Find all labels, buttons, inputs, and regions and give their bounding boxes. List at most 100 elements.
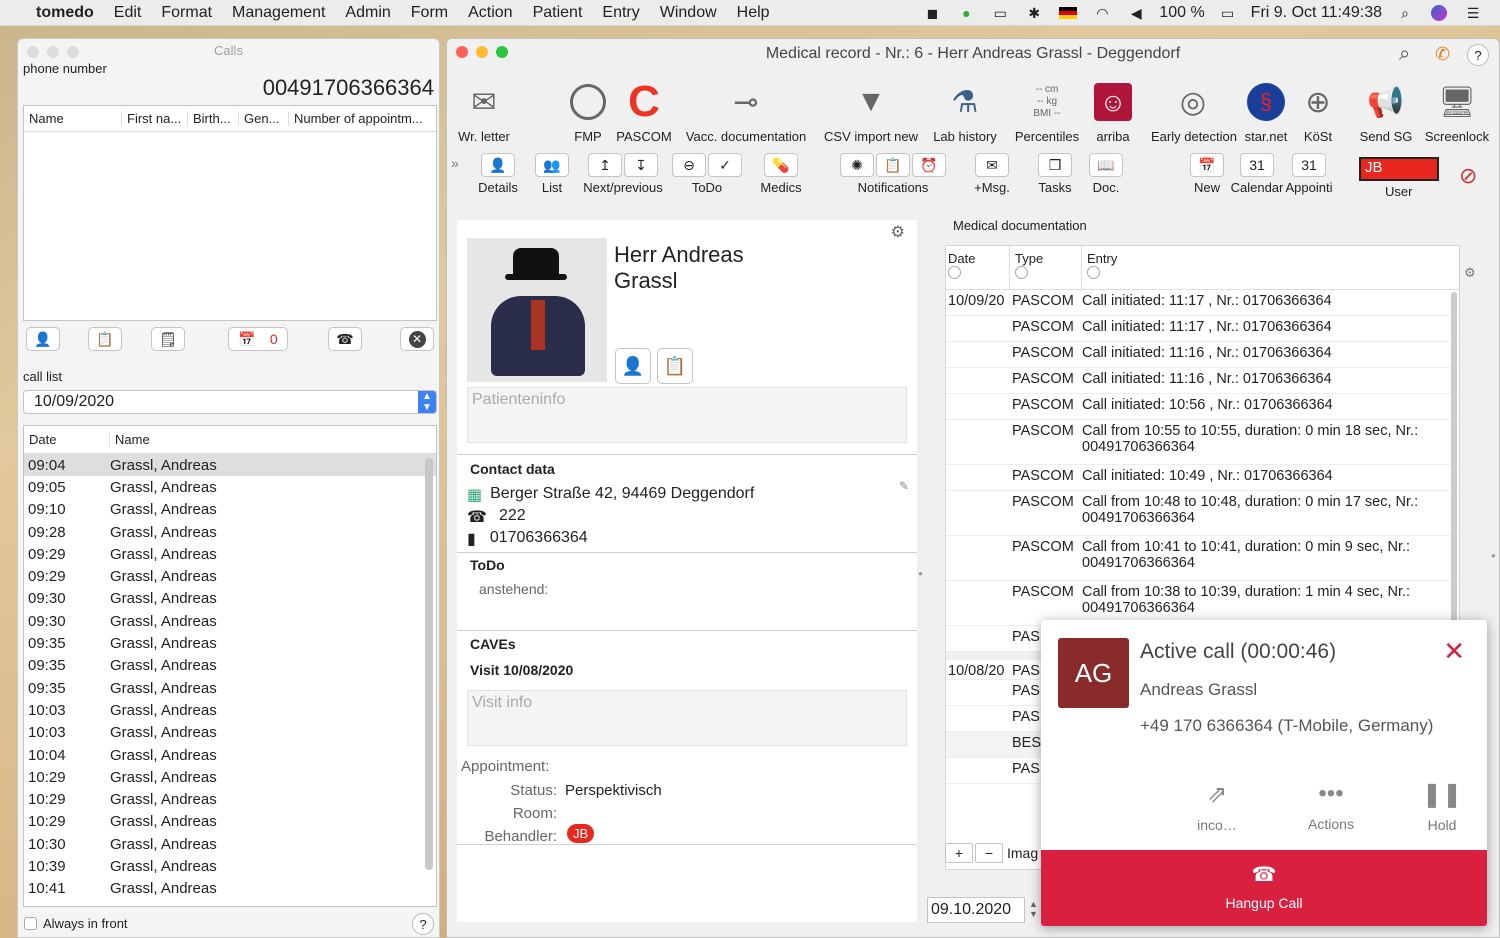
menu-admin[interactable]: Admin xyxy=(335,4,400,22)
col-birth[interactable]: Birth... xyxy=(188,111,239,126)
person-button[interactable]: 👤 xyxy=(26,327,60,351)
toolbar-doc[interactable]: 📖 Doc. xyxy=(1085,153,1127,195)
toolbar-todo[interactable]: ⊖ ✓ ToDo xyxy=(671,153,743,195)
call-list-row[interactable]: 10:29 Grassl, Andreas xyxy=(24,766,436,788)
patient-clipboard-button[interactable]: 📋 xyxy=(657,348,693,384)
gear-icon[interactable]: ⚙ xyxy=(891,222,905,242)
toolbar-notifications[interactable]: ✺ 📋 ⏰ Notifications xyxy=(819,153,967,195)
toolbar-write-letter[interactable]: ✉ Wr. letter xyxy=(453,75,515,145)
edit-pencil-icon[interactable]: ✎ xyxy=(899,479,909,493)
date-stepper[interactable]: ▲ ▼ xyxy=(1029,899,1038,919)
meddoc-row[interactable]: PASCOM Call from 10:48 to 10:48, duration… xyxy=(946,491,1459,536)
menu-window[interactable]: Window xyxy=(650,4,727,22)
image-filter-label[interactable]: Imag xyxy=(1007,845,1038,861)
remove-entry-minus-button[interactable]: − xyxy=(975,843,1003,863)
call-list-row[interactable]: 09:35 Grassl, Andreas xyxy=(24,655,436,677)
search-icon[interactable]: ⌕ xyxy=(1399,43,1410,66)
user-field[interactable]: JB xyxy=(1359,157,1439,181)
col-appointments[interactable]: Number of appointm... xyxy=(289,111,436,126)
call-list-row[interactable]: 10:04 Grassl, Andreas xyxy=(24,744,436,766)
meddoc-row[interactable]: PASCOM Call from 10:55 to 10:55, duration… xyxy=(946,420,1459,465)
transfer-button[interactable]: ⇗ inco… xyxy=(1177,780,1257,833)
call-list-row[interactable]: 09:04 Grassl, Andreas xyxy=(24,454,436,477)
behandler-badge[interactable]: JB xyxy=(567,824,595,843)
toolbar-message[interactable]: ✉ +Msg. xyxy=(971,153,1013,195)
call-list-scrollbar[interactable] xyxy=(425,458,433,870)
toolbar-tasks[interactable]: ❒ Tasks xyxy=(1031,153,1079,195)
menu-action[interactable]: Action xyxy=(458,4,522,22)
add-entry-plus-button[interactable]: + xyxy=(945,843,973,863)
always-in-front-option[interactable]: Always in front xyxy=(24,916,128,931)
toolbar-lab-history[interactable]: ⚗ Lab history xyxy=(929,75,1001,145)
col-name[interactable]: Name xyxy=(24,111,122,126)
menu-management[interactable]: Management xyxy=(222,4,335,22)
menu-form[interactable]: Form xyxy=(401,4,458,22)
phone-line[interactable]: ☎ 222 xyxy=(467,507,526,527)
col-gender[interactable]: Gen... xyxy=(239,111,289,126)
toolbar-arriba[interactable]: ☺ arriba xyxy=(1091,75,1135,144)
col-name[interactable]: Name xyxy=(110,432,436,447)
patient-info-field[interactable]: Patienteninfo xyxy=(467,387,907,443)
actions-button[interactable]: ••• Actions xyxy=(1291,780,1371,832)
battery-icon[interactable]: ▭ xyxy=(1217,4,1239,22)
chevron-updown-icon[interactable]: ▲ ▼ xyxy=(418,391,436,413)
patient-photo[interactable] xyxy=(467,238,607,382)
type-filter-radio[interactable] xyxy=(1015,266,1028,279)
phone-button[interactable]: ☎ xyxy=(328,327,362,351)
col-date[interactable]: Date xyxy=(24,432,110,447)
close-call-button[interactable]: ✕ xyxy=(400,327,434,351)
splitter-handle-right[interactable]: ● xyxy=(1491,551,1496,560)
call-list-table[interactable]: Date Name 09:04 Grassl, Andreas 09:05 Grass… xyxy=(23,425,437,907)
bluetooth-icon[interactable]: ✱ xyxy=(1023,4,1045,22)
toolbar-next-previous[interactable]: ↥ ↧ Next/previous xyxy=(579,153,667,195)
meddoc-row[interactable]: PASCOM Call from 10:41 to 10:41, duration… xyxy=(946,536,1459,581)
phone-call-icon[interactable]: ✆ xyxy=(1435,44,1450,65)
splitter-handle[interactable]: ● xyxy=(918,569,923,578)
patient-match-table[interactable]: Name First na... Birth... Gen... Number … xyxy=(23,105,437,321)
hangup-call-button[interactable]: ☎ Hangup Call xyxy=(1041,850,1487,926)
visit-info-field[interactable]: Visit info xyxy=(467,690,907,746)
call-list-row[interactable]: 10:39 Grassl, Andreas xyxy=(24,855,436,877)
notification-center-icon[interactable]: ☰ xyxy=(1462,4,1484,22)
call-list-date-select[interactable]: 10/09/2020 ▲ ▼ xyxy=(23,390,437,414)
col-entry[interactable]: Entry xyxy=(1082,246,1459,289)
toolbar-send-sg[interactable]: 📢 Send SG xyxy=(1357,75,1415,145)
globe-blocked-icon[interactable]: ⊘ xyxy=(1459,163,1477,189)
status-sync-icon[interactable]: ● xyxy=(955,4,977,22)
airplay-icon[interactable]: ▭ xyxy=(989,4,1011,22)
menu-help[interactable]: Help xyxy=(727,4,780,22)
call-list-row[interactable]: 10:30 Grassl, Andreas xyxy=(24,833,436,855)
meddoc-row[interactable]: PASCOM Call initiated: 11:16 , Nr.: 01706… xyxy=(946,368,1459,394)
menu-format[interactable]: Format xyxy=(151,4,222,22)
toolbar-vaccination[interactable]: ⊸ Vacc. documentation xyxy=(680,75,812,145)
documentation-date-field[interactable]: 09.10.2020 xyxy=(927,897,1025,923)
entry-filter-radio[interactable] xyxy=(1087,266,1100,279)
col-date[interactable]: Date xyxy=(946,246,1010,289)
toolbar-starnet[interactable]: § star.net xyxy=(1239,75,1293,144)
mobile-line[interactable]: ▮ 01706366364 xyxy=(467,529,588,549)
toolbar-new[interactable]: 📅 New xyxy=(1189,153,1225,195)
call-list-row[interactable]: 10:29 Grassl, Andreas xyxy=(24,788,436,810)
toolbar-fmp[interactable]: FMP xyxy=(565,75,611,144)
menu-entry[interactable]: Entry xyxy=(592,4,649,22)
toolbar-early-detection[interactable]: ◎ Early detection xyxy=(1151,75,1237,145)
meddoc-row[interactable]: PASCOM Call initiated: 10:56 , Nr.: 01706… xyxy=(946,394,1459,420)
meddoc-row[interactable]: PASCOM Call initiated: 11:16 , Nr.: 01706… xyxy=(946,342,1459,368)
toolbar-koest[interactable]: ⊕ KöSt xyxy=(1301,75,1335,145)
appointments-button[interactable]: 📅 0 xyxy=(228,327,288,351)
col-type[interactable]: Type xyxy=(1010,246,1082,289)
call-list-row[interactable]: 09:10 Grassl, Andreas xyxy=(24,499,436,521)
siri-icon[interactable] xyxy=(1428,4,1450,22)
call-list-row[interactable]: 10:41 Grassl, Andreas xyxy=(24,878,436,900)
wifi-icon[interactable]: ◠ xyxy=(1091,4,1113,22)
call-list-row[interactable]: 10:29 Grassl, Andreas xyxy=(24,811,436,833)
date-filter-radio[interactable] xyxy=(948,266,961,279)
add-entry-button[interactable]: 🗒 xyxy=(151,327,185,351)
record-help-button[interactable]: ? xyxy=(1467,44,1489,66)
toolbar-details[interactable]: 👤 Details xyxy=(475,153,521,195)
meddoc-scrollbar[interactable] xyxy=(1451,292,1457,672)
toolbar-list[interactable]: 👥 List xyxy=(531,153,573,195)
toolbar-pascom[interactable]: C PASCOM xyxy=(614,75,674,144)
call-list-row[interactable]: 09:30 Grassl, Andreas xyxy=(24,588,436,610)
call-list-row[interactable]: 09:29 Grassl, Andreas xyxy=(24,543,436,565)
